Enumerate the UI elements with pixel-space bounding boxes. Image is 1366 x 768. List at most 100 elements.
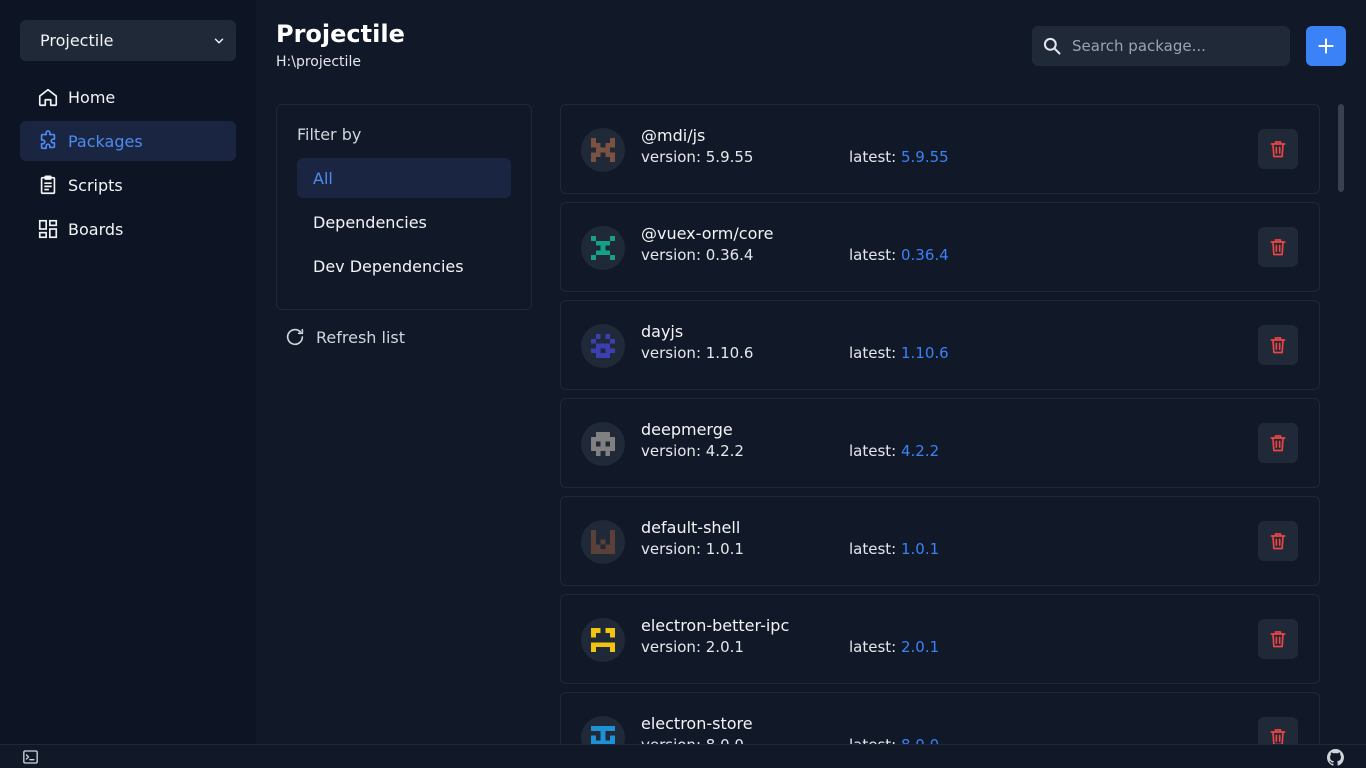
search-icon	[1043, 37, 1061, 55]
filter-dependencies[interactable]: Dependencies	[297, 202, 511, 242]
package-name: default-shell	[641, 518, 741, 537]
delete-package-button[interactable]	[1258, 423, 1298, 463]
puzzle-icon	[40, 130, 56, 150]
identicon-icon	[591, 138, 615, 162]
package-avatar	[581, 324, 625, 368]
refresh-list-button[interactable]: Refresh list	[284, 326, 405, 348]
plus-icon	[1318, 38, 1334, 54]
package-version: version: 8.0.0	[641, 736, 744, 744]
package-card[interactable]: electron-store version: 8.0.0 latest: 8.0.…	[560, 692, 1320, 744]
delete-package-button[interactable]	[1258, 325, 1298, 365]
latest-version-value: 2.0.1	[901, 638, 940, 656]
identicon-icon	[591, 628, 615, 652]
latest-label: latest:	[849, 736, 901, 744]
chevron-down-icon	[214, 38, 224, 43]
delete-package-button[interactable]	[1258, 227, 1298, 267]
sidebar-item-label: Scripts	[68, 175, 123, 195]
latest-label: latest:	[849, 246, 901, 264]
package-name: electron-store	[641, 714, 753, 733]
page-title: Projectile	[276, 20, 405, 48]
clipboard-icon	[40, 175, 56, 195]
trash-icon	[1270, 631, 1286, 648]
package-version: version: 1.0.1	[641, 540, 744, 558]
package-card[interactable]: dayjs version: 1.10.6 latest: 1.10.6	[560, 300, 1320, 390]
boards-icon	[38, 219, 58, 239]
package-version: version: 4.2.2	[641, 442, 744, 460]
refresh-icon	[286, 328, 304, 346]
trash-icon	[1270, 141, 1286, 158]
package-avatar	[581, 716, 625, 744]
delete-package-button[interactable]	[1258, 521, 1298, 561]
latest-label: latest:	[849, 638, 901, 656]
latest-version-value: 4.2.2	[901, 442, 940, 460]
package-avatar	[581, 226, 625, 270]
package-avatar	[581, 128, 625, 172]
package-card[interactable]: electron-better-ipc version: 2.0.1 latest:…	[560, 594, 1320, 684]
delete-package-button[interactable]	[1258, 717, 1298, 744]
main-content: Projectile H:\projectile Filter by All D…	[256, 0, 1366, 744]
latest-version-value: 1.10.6	[901, 344, 949, 362]
identicon-icon	[591, 236, 615, 260]
latest-label: latest:	[849, 442, 901, 460]
filter-panel: Filter by All Dependencies Dev Dependenc…	[276, 104, 532, 310]
package-version: version: 1.10.6	[641, 344, 754, 362]
trash-icon	[1270, 729, 1286, 744]
package-latest: latest: 5.9.55	[849, 148, 949, 166]
sidebar-item-boards[interactable]: Boards	[20, 209, 236, 249]
package-name: electron-better-ipc	[641, 616, 790, 635]
latest-version-value: 5.9.55	[901, 148, 949, 166]
project-select[interactable]: Projectile	[20, 20, 236, 61]
status-bar	[0, 744, 1366, 768]
search-box[interactable]	[1032, 26, 1290, 66]
filter-label: Filter by	[297, 125, 362, 144]
package-latest: latest: 1.0.1	[849, 540, 939, 558]
filter-all[interactable]: All	[297, 158, 511, 198]
package-card[interactable]: @mdi/js version: 5.9.55 latest: 5.9.55	[560, 104, 1320, 194]
delete-package-button[interactable]	[1258, 129, 1298, 169]
package-latest: latest: 2.0.1	[849, 638, 939, 656]
sidebar-item-label: Packages	[68, 131, 143, 151]
refresh-label: Refresh list	[316, 327, 406, 347]
identicon-icon	[591, 334, 615, 358]
package-avatar	[581, 618, 625, 662]
latest-version-value: 1.0.1	[901, 540, 940, 558]
sidebar-item-label: Home	[68, 87, 116, 107]
latest-version-value: 0.36.4	[901, 246, 949, 264]
github-icon[interactable]	[1327, 749, 1344, 766]
identicon-icon	[591, 726, 615, 744]
identicon-icon	[591, 530, 615, 554]
package-name: deepmerge	[641, 420, 733, 439]
package-card[interactable]: default-shell version: 1.0.1 latest: 1.0.1	[560, 496, 1320, 586]
trash-icon	[1270, 533, 1286, 550]
filter-dev-dependencies[interactable]: Dev Dependencies	[297, 246, 511, 286]
sidebar: Projectile Home Packages Scripts Boards	[0, 0, 256, 744]
sidebar-item-home[interactable]: Home	[20, 77, 236, 117]
package-card[interactable]: deepmerge version: 4.2.2 latest: 4.2.2	[560, 398, 1320, 488]
package-name: dayjs	[641, 322, 684, 341]
package-name: @mdi/js	[641, 126, 706, 145]
terminal-icon[interactable]	[22, 749, 39, 765]
trash-icon	[1270, 337, 1286, 354]
project-path: H:\projectile	[276, 54, 361, 70]
search-input[interactable]	[1072, 37, 1272, 55]
scrollbar[interactable]	[1338, 104, 1344, 192]
package-latest: latest: 0.36.4	[849, 246, 949, 264]
package-version: version: 2.0.1	[641, 638, 744, 656]
sidebar-item-label: Boards	[68, 219, 124, 239]
identicon-icon	[591, 432, 615, 456]
add-package-button[interactable]	[1306, 26, 1346, 66]
delete-package-button[interactable]	[1258, 619, 1298, 659]
sidebar-nav: Home Packages Scripts Boards	[20, 77, 236, 253]
sidebar-item-packages[interactable]: Packages	[20, 121, 236, 161]
trash-icon	[1270, 435, 1286, 452]
trash-icon	[1270, 239, 1286, 256]
home-icon	[38, 88, 58, 107]
sidebar-item-scripts[interactable]: Scripts	[20, 165, 236, 205]
package-card[interactable]: @vuex-orm/core version: 0.36.4 latest: 0.3…	[560, 202, 1320, 292]
package-latest: latest: 1.10.6	[849, 344, 949, 362]
project-select-value: Projectile	[40, 31, 114, 50]
latest-label: latest:	[849, 148, 901, 166]
package-avatar	[581, 422, 625, 466]
package-version: version: 0.36.4	[641, 246, 754, 264]
latest-label: latest:	[849, 344, 901, 362]
